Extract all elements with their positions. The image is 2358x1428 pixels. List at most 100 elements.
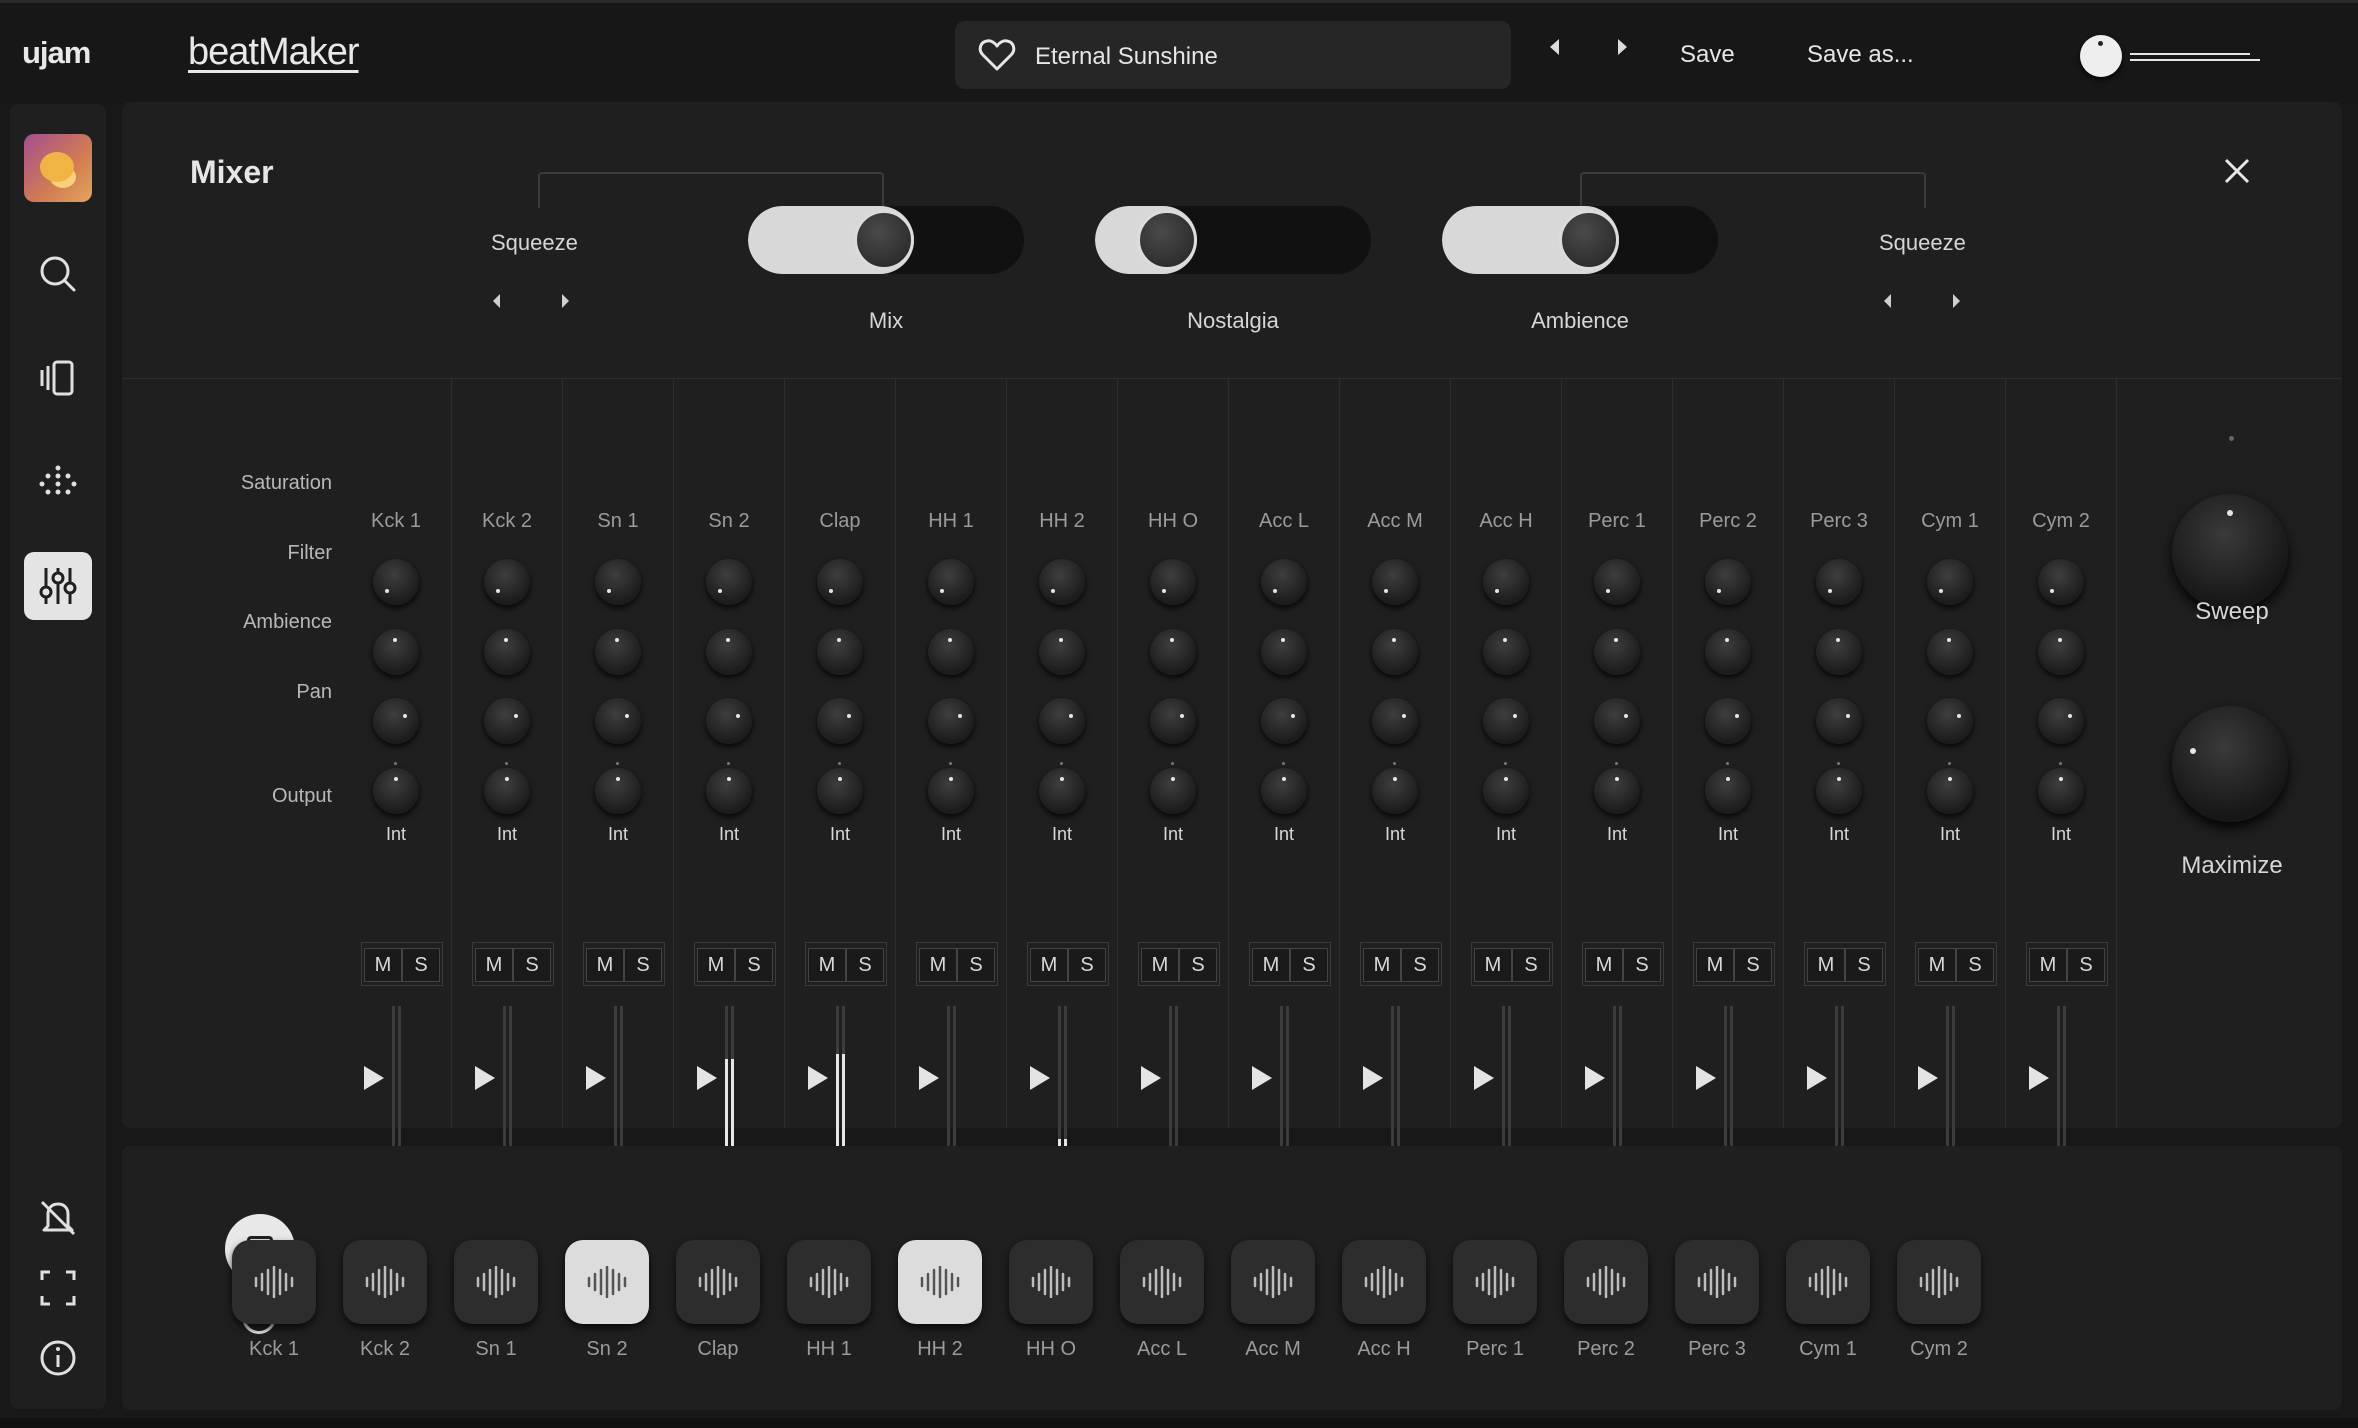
filter-knob[interactable] bbox=[706, 629, 752, 675]
solo-button[interactable]: S bbox=[735, 948, 773, 982]
saturation-knob[interactable] bbox=[1483, 559, 1529, 605]
play-icon[interactable] bbox=[1141, 1066, 1161, 1090]
saturation-knob[interactable] bbox=[1261, 559, 1307, 605]
output-selector[interactable]: Int bbox=[562, 824, 674, 845]
output-selector[interactable]: Int bbox=[1894, 824, 2006, 845]
filter-knob[interactable] bbox=[817, 629, 863, 675]
left-squeeze-prev-icon[interactable] bbox=[493, 294, 500, 308]
drum-pad[interactable] bbox=[565, 1240, 649, 1324]
filter-knob[interactable] bbox=[595, 629, 641, 675]
pattern-icon[interactable] bbox=[34, 458, 82, 506]
solo-button[interactable]: S bbox=[1845, 948, 1883, 982]
drum-pad[interactable] bbox=[676, 1240, 760, 1324]
saturation-knob[interactable] bbox=[1594, 559, 1640, 605]
pan-knob[interactable] bbox=[373, 768, 419, 814]
saturation-knob[interactable] bbox=[1372, 559, 1418, 605]
mute-button[interactable]: M bbox=[1696, 948, 1734, 982]
mute-button[interactable]: M bbox=[1141, 948, 1179, 982]
filter-knob[interactable] bbox=[1816, 629, 1862, 675]
ambience-knob[interactable] bbox=[1039, 698, 1085, 744]
notifications-off-icon[interactable] bbox=[34, 1194, 82, 1242]
right-squeeze-next-icon[interactable] bbox=[1953, 294, 1960, 308]
pan-knob[interactable] bbox=[1483, 768, 1529, 814]
solo-button[interactable]: S bbox=[957, 948, 995, 982]
mixer-nav-button[interactable] bbox=[24, 552, 92, 620]
solo-button[interactable]: S bbox=[1512, 948, 1550, 982]
mute-button[interactable]: M bbox=[364, 948, 402, 982]
pan-knob[interactable] bbox=[1039, 768, 1085, 814]
filter-knob[interactable] bbox=[1927, 629, 1973, 675]
saturation-knob[interactable] bbox=[1150, 559, 1196, 605]
pan-knob[interactable] bbox=[1816, 768, 1862, 814]
filter-knob[interactable] bbox=[1261, 629, 1307, 675]
output-selector[interactable]: Int bbox=[1783, 824, 1895, 845]
solo-button[interactable]: S bbox=[1734, 948, 1772, 982]
mute-button[interactable]: M bbox=[475, 948, 513, 982]
ambience-knob[interactable] bbox=[484, 698, 530, 744]
play-icon[interactable] bbox=[364, 1066, 384, 1090]
filter-knob[interactable] bbox=[2038, 629, 2084, 675]
filter-knob[interactable] bbox=[1594, 629, 1640, 675]
drum-pad[interactable] bbox=[1564, 1240, 1648, 1324]
toggle-thumb[interactable] bbox=[854, 210, 914, 270]
pan-knob[interactable] bbox=[595, 768, 641, 814]
output-selector[interactable]: Int bbox=[1117, 824, 1229, 845]
ambience-knob[interactable] bbox=[1261, 698, 1307, 744]
play-icon[interactable] bbox=[1363, 1066, 1383, 1090]
drum-pad[interactable] bbox=[1453, 1240, 1537, 1324]
ambience-knob[interactable] bbox=[1150, 698, 1196, 744]
ambience-knob[interactable] bbox=[706, 698, 752, 744]
play-icon[interactable] bbox=[1252, 1066, 1272, 1090]
play-icon[interactable] bbox=[475, 1066, 495, 1090]
mute-button[interactable]: M bbox=[1585, 948, 1623, 982]
mute-button[interactable]: M bbox=[697, 948, 735, 982]
next-preset-icon[interactable] bbox=[1618, 39, 1627, 55]
solo-button[interactable]: S bbox=[846, 948, 884, 982]
pan-knob[interactable] bbox=[2038, 768, 2084, 814]
output-selector[interactable]: Int bbox=[1450, 824, 1562, 845]
play-icon[interactable] bbox=[1807, 1066, 1827, 1090]
solo-button[interactable]: S bbox=[402, 948, 440, 982]
saturation-knob[interactable] bbox=[595, 559, 641, 605]
solo-button[interactable]: S bbox=[624, 948, 662, 982]
mute-button[interactable]: M bbox=[2029, 948, 2067, 982]
play-icon[interactable] bbox=[919, 1066, 939, 1090]
pan-knob[interactable] bbox=[1261, 768, 1307, 814]
pan-knob[interactable] bbox=[484, 768, 530, 814]
pan-knob[interactable] bbox=[1150, 768, 1196, 814]
ambience-knob[interactable] bbox=[1816, 698, 1862, 744]
output-selector[interactable]: Int bbox=[895, 824, 1007, 845]
left-squeeze-next-icon[interactable] bbox=[562, 294, 569, 308]
drum-pad[interactable] bbox=[1897, 1240, 1981, 1324]
save-as-button[interactable]: Save as... bbox=[1807, 41, 1914, 69]
heart-icon[interactable] bbox=[977, 35, 1017, 75]
ambience-knob[interactable] bbox=[817, 698, 863, 744]
ambience-knob[interactable] bbox=[928, 698, 974, 744]
drum-pad[interactable] bbox=[1009, 1240, 1093, 1324]
mute-button[interactable]: M bbox=[1474, 948, 1512, 982]
toggle-thumb[interactable] bbox=[1559, 210, 1619, 270]
mute-button[interactable]: M bbox=[1918, 948, 1956, 982]
play-icon[interactable] bbox=[808, 1066, 828, 1090]
saturation-knob[interactable] bbox=[706, 559, 752, 605]
master-volume-slider[interactable] bbox=[2080, 33, 2270, 77]
solo-button[interactable]: S bbox=[1290, 948, 1328, 982]
drum-pad[interactable] bbox=[232, 1240, 316, 1324]
mute-button[interactable]: M bbox=[1807, 948, 1845, 982]
filter-knob[interactable] bbox=[1150, 629, 1196, 675]
volume-knob[interactable] bbox=[2080, 35, 2122, 77]
drum-pad[interactable] bbox=[454, 1240, 538, 1324]
saturation-knob[interactable] bbox=[817, 559, 863, 605]
ambience-knob[interactable] bbox=[595, 698, 641, 744]
output-selector[interactable]: Int bbox=[1006, 824, 1118, 845]
output-selector[interactable]: Int bbox=[1228, 824, 1340, 845]
play-icon[interactable] bbox=[697, 1066, 717, 1090]
saturation-knob[interactable] bbox=[1927, 559, 1973, 605]
ambience-knob[interactable] bbox=[2038, 698, 2084, 744]
drum-pad[interactable] bbox=[787, 1240, 871, 1324]
saturation-knob[interactable] bbox=[1816, 559, 1862, 605]
ambience-knob[interactable] bbox=[373, 698, 419, 744]
saturation-knob[interactable] bbox=[2038, 559, 2084, 605]
filter-knob[interactable] bbox=[928, 629, 974, 675]
solo-button[interactable]: S bbox=[1623, 948, 1661, 982]
